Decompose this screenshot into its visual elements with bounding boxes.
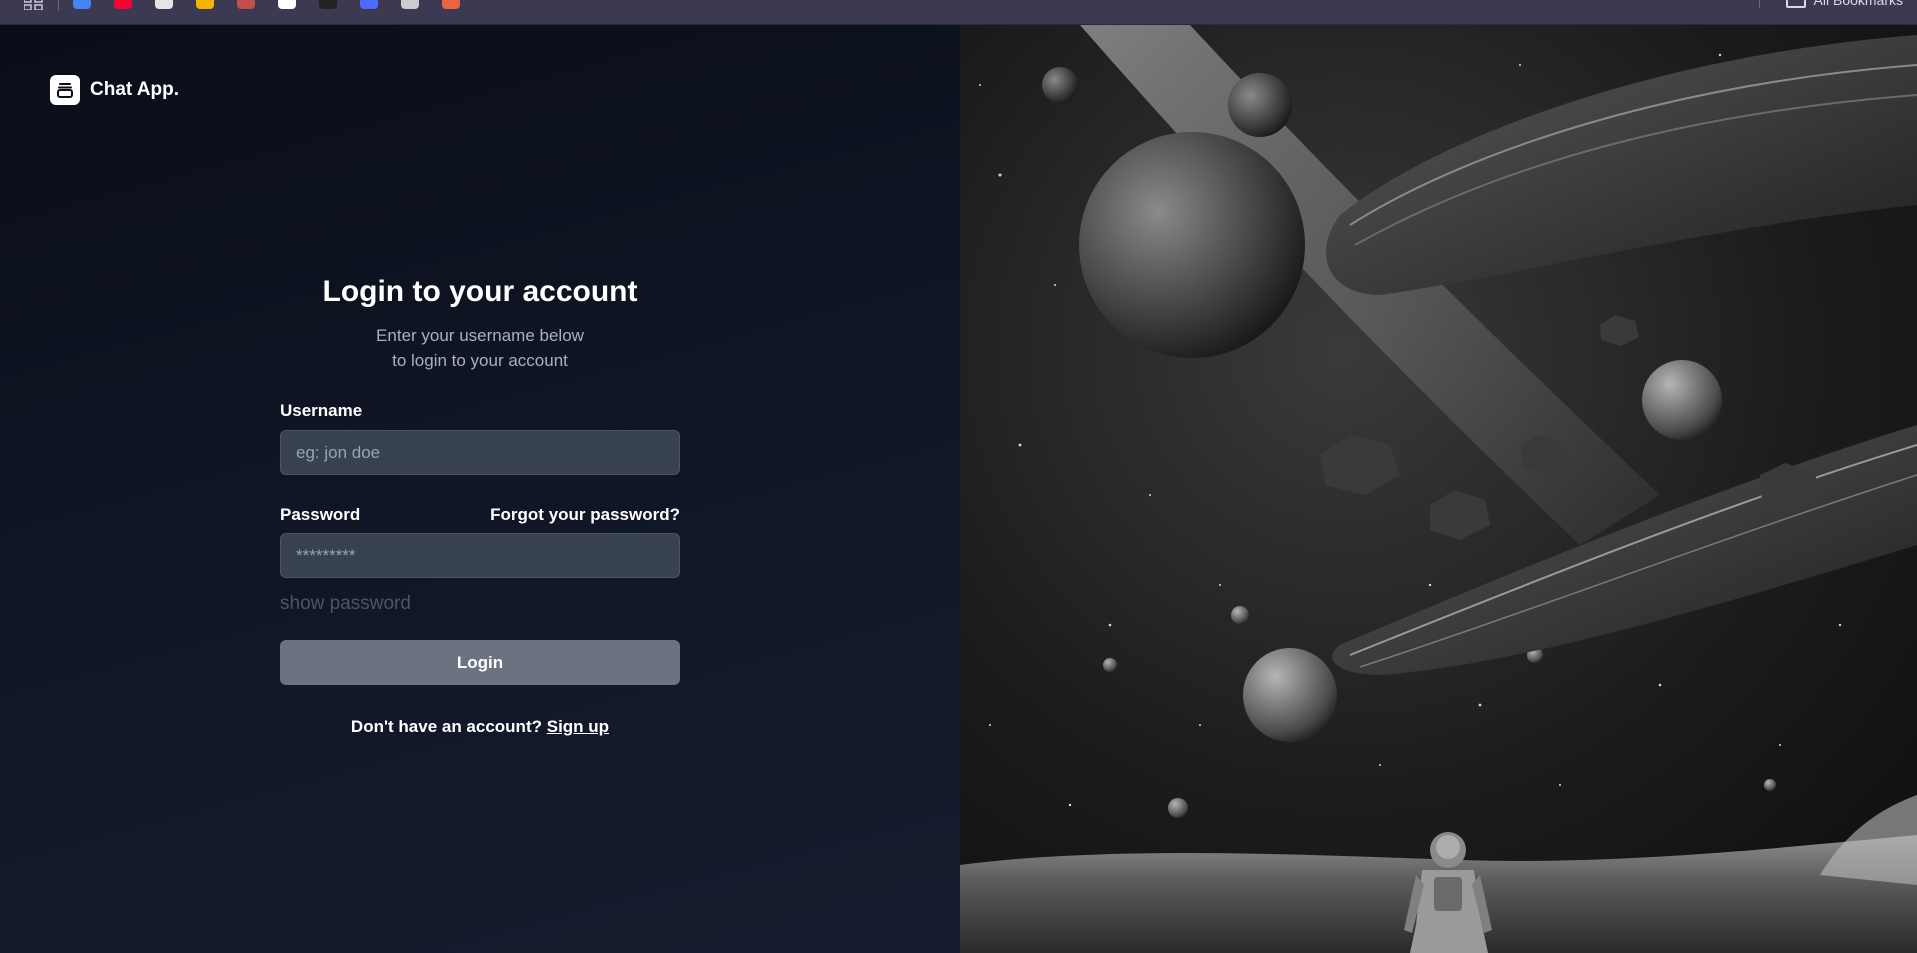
openai-icon[interactable] [155, 0, 173, 9]
show-password-toggle[interactable]: show password [280, 593, 680, 615]
bookmark-app-icon[interactable] [319, 0, 337, 9]
github-icon[interactable] [278, 0, 296, 9]
bookmark-app-icon[interactable] [196, 0, 214, 9]
all-bookmarks[interactable]: All Bookmarks [1758, 0, 1903, 8]
brand-name: Chat App. [90, 79, 180, 100]
signup-link[interactable]: Sign up [547, 717, 609, 736]
bookmarks-bar: All Bookmarks [0, 0, 1917, 25]
password-input[interactable] [280, 533, 680, 578]
gmail-icon[interactable] [73, 0, 91, 9]
password-group: Password Forgot your password? [280, 505, 680, 578]
login-panel: Chat App. Login to your account Enter yo… [0, 25, 960, 953]
username-input[interactable] [280, 430, 680, 475]
username-group: Username [280, 401, 680, 475]
forgot-password-link[interactable]: Forgot your password? [490, 505, 680, 525]
bookmark-app-icon[interactable] [442, 0, 460, 9]
all-bookmarks-label: All Bookmarks [1813, 0, 1903, 8]
password-label-row: Password Forgot your password? [280, 505, 680, 525]
astronaut-space-scene [960, 25, 1917, 953]
login-button[interactable]: Login [280, 640, 680, 685]
signup-prompt: Don't have an account? [350, 717, 542, 736]
youtube-icon[interactable] [114, 0, 132, 9]
username-label: Username [280, 401, 363, 420]
page-subtitle: Enter your username below to login to yo… [280, 323, 680, 373]
bookmark-app-icon[interactable] [360, 0, 378, 9]
password-label: Password [280, 505, 361, 524]
signup-line: Don't have an account? Sign up [280, 717, 680, 737]
login-form: Login to your account Enter your usernam… [280, 275, 680, 737]
archive-box-icon [50, 75, 80, 105]
bookmark-icons [73, 0, 483, 18]
bookmark-app-icon[interactable] [401, 0, 419, 9]
space-illustration [960, 25, 1917, 953]
bookmarks-divider [58, 0, 59, 11]
brand[interactable]: Chat App. [50, 75, 179, 105]
page-title: Login to your account [322, 275, 638, 308]
bookmarks-divider [1758, 0, 1760, 8]
folder-icon [1785, 0, 1806, 8]
subtitle-line: to login to your account [392, 351, 568, 370]
apps-grid-icon[interactable] [24, 0, 44, 10]
subtitle-line: Enter your username below [376, 326, 584, 345]
bookmark-app-icon[interactable] [237, 0, 255, 9]
